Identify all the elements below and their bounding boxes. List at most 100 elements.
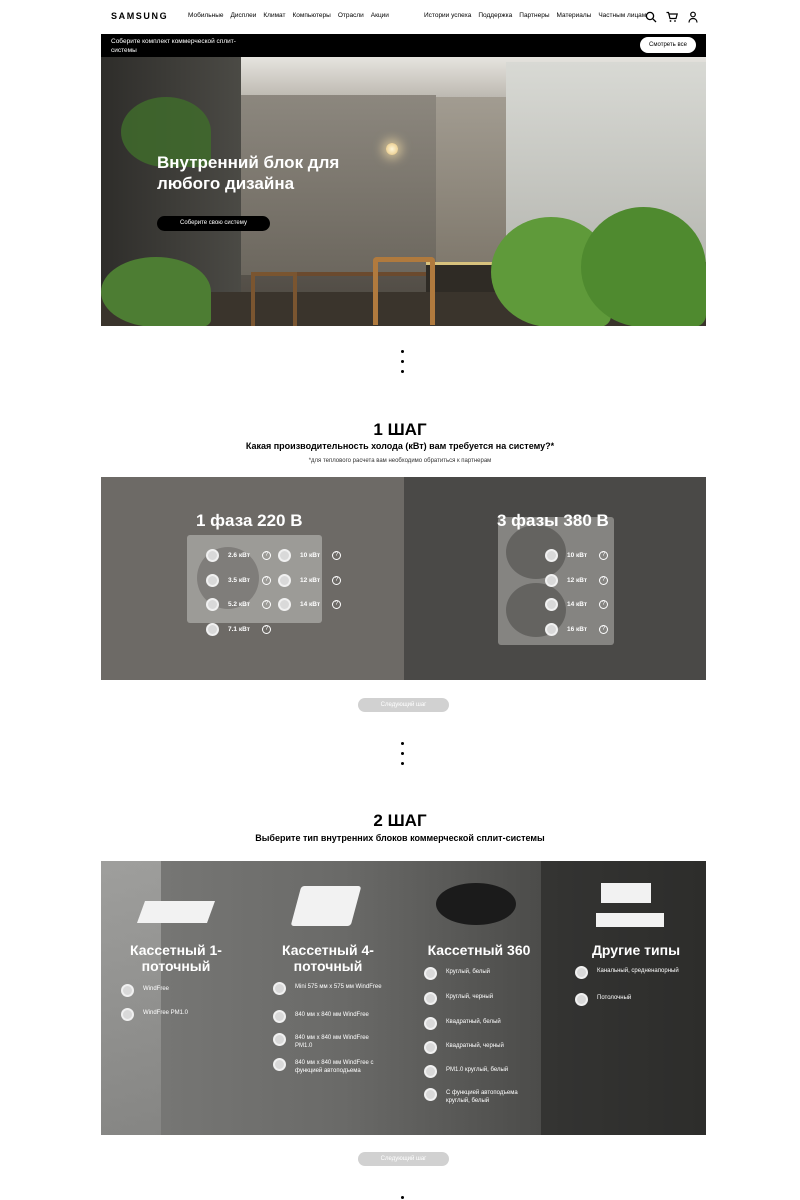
radio-button[interactable] (424, 967, 437, 980)
option-10-kw-3ph[interactable]: 10 кВт? (545, 549, 609, 562)
nav-item-industries[interactable]: Отрасли (338, 12, 364, 19)
cassette-360-image (436, 883, 516, 925)
secondary-nav: Истории успеха Поддержка Партнеры Матери… (424, 12, 646, 19)
radio-button[interactable] (575, 993, 588, 1006)
view-all-button[interactable]: Смотреть все (640, 37, 696, 53)
hero-title: Внутренний блок для любого дизайна (157, 153, 340, 193)
option-14-kw-3ph[interactable]: 14 кВт? (545, 598, 609, 611)
option-ducted[interactable]: Канальный, средненапорный (575, 966, 687, 979)
nav-item-computers[interactable]: Компьютеры (293, 12, 331, 19)
nav-item-materials[interactable]: Материалы (557, 12, 592, 19)
help-icon[interactable]: ? (261, 625, 271, 634)
radio-button[interactable] (206, 598, 219, 611)
ducted-unit-image (601, 883, 651, 903)
search-icon[interactable] (645, 10, 657, 23)
hero-banner: Внутренний блок для любого дизайна Собер… (101, 57, 706, 326)
nav-item-support[interactable]: Поддержка (478, 12, 512, 19)
option-12-kw[interactable]: 12 кВт? (278, 574, 342, 587)
option-3-5-kw[interactable]: 3.5 кВт? (206, 574, 271, 587)
cassette-4way-image (290, 886, 362, 926)
help-icon[interactable]: ? (599, 600, 609, 609)
three-phase-panel: 3 фазы 380 В 10 кВт? 12 кВт? 14 кВт? 16 … (404, 477, 706, 680)
indoor-unit-panel: Кассетный 1-поточный WindFree WindFree P… (101, 861, 706, 1135)
option-round-white[interactable]: Круглый, белый (424, 967, 536, 980)
option-840-windfree-lift[interactable]: 840 мм x 840 мм WindFree с функцией авто… (273, 1058, 385, 1075)
radio-button[interactable] (273, 1033, 286, 1046)
radio-button[interactable] (278, 598, 291, 611)
radio-button[interactable] (121, 1008, 134, 1021)
single-phase-panel: 1 фаза 220 В 2.6 кВт? 10 кВт? 3.5 кВт? 1… (101, 477, 404, 680)
next-step-button[interactable]: Следующий шаг (358, 698, 449, 712)
nav-item-climate[interactable]: Климат (263, 12, 285, 19)
radio-button[interactable] (424, 1041, 437, 1054)
option-square-white[interactable]: Квадратный, белый (424, 1017, 536, 1030)
radio-button[interactable] (424, 992, 437, 1005)
cart-icon[interactable] (666, 10, 678, 22)
radio-button[interactable] (545, 598, 558, 611)
single-phase-title: 1 фаза 220 В (196, 511, 303, 530)
option-lift-round-white[interactable]: С функцией автоподъема круглый, белый (424, 1088, 536, 1105)
option-7-1-kw[interactable]: 7.1 кВт? (206, 623, 271, 636)
radio-button[interactable] (424, 1088, 437, 1101)
nav-item-partners[interactable]: Партнеры (519, 12, 549, 19)
option-10-kw[interactable]: 10 кВт? (278, 549, 342, 562)
promo-text: Соберите комплект коммерческой сплит-сис… (111, 38, 236, 54)
option-16-kw-3ph[interactable]: 16 кВт? (545, 623, 609, 636)
option-mini-575[interactable]: Mini 575 мм x 575 мм WindFree (273, 982, 385, 995)
promo-bar: Соберите комплект коммерческой сплит-сис… (101, 34, 706, 57)
radio-button[interactable] (278, 574, 291, 587)
option-12-kw-3ph[interactable]: 12 кВт? (545, 574, 609, 587)
option-14-kw[interactable]: 14 кВт? (278, 598, 342, 611)
radio-button[interactable] (545, 574, 558, 587)
radio-button[interactable] (206, 623, 219, 636)
radio-button[interactable] (575, 966, 588, 979)
option-square-black[interactable]: Квадратный, черный (424, 1041, 536, 1054)
nav-item-offers[interactable]: Акции (371, 12, 389, 19)
option-ceiling[interactable]: Потолочный (575, 993, 687, 1006)
help-icon[interactable]: ? (599, 551, 609, 560)
option-round-black[interactable]: Круглый, черный (424, 992, 536, 1005)
help-icon[interactable]: ? (599, 625, 609, 634)
step-divider-dots (401, 350, 405, 380)
option-pm-round-white[interactable]: PM1.0 круглый, белый (424, 1065, 536, 1078)
radio-button[interactable] (545, 549, 558, 562)
radio-button[interactable] (273, 1010, 286, 1023)
user-icon[interactable] (687, 10, 699, 23)
nav-item-displays[interactable]: Дисплеи (231, 12, 257, 19)
nav-item-mobile[interactable]: Мобильные (188, 12, 224, 19)
radio-button[interactable] (206, 574, 219, 587)
option-windfree-1way[interactable]: WindFree (121, 984, 233, 997)
help-icon[interactable]: ? (332, 600, 342, 609)
option-5-2-kw[interactable]: 5.2 кВт? (206, 598, 271, 611)
help-icon[interactable]: ? (261, 576, 271, 585)
radio-button[interactable] (278, 549, 291, 562)
help-icon[interactable]: ? (332, 551, 342, 560)
column-title-other: Другие типы (591, 942, 681, 958)
ceiling-unit-image (596, 913, 664, 927)
option-windfree-pm-1way[interactable]: WindFree PM1.0 (121, 1008, 233, 1021)
next-step-button-2[interactable]: Следующий шаг (358, 1152, 449, 1166)
radio-button[interactable] (273, 982, 286, 995)
radio-button[interactable] (206, 549, 219, 562)
help-icon[interactable]: ? (261, 600, 271, 609)
radio-button[interactable] (424, 1017, 437, 1030)
option-2-6-kw[interactable]: 2.6 кВт? (206, 549, 271, 562)
step2-title: 2 ШАГ (373, 811, 427, 830)
radio-button[interactable] (273, 1058, 286, 1071)
help-icon[interactable]: ? (332, 576, 342, 585)
step1-question: Какая производительность холода (кВт) ва… (245, 441, 555, 451)
step2-question: Выберите тип внутренних блоков коммерчес… (255, 833, 545, 843)
radio-button[interactable] (121, 984, 134, 997)
header-icons (645, 10, 699, 23)
build-system-button[interactable]: Соберите свою систему (157, 216, 270, 231)
radio-button[interactable] (424, 1065, 437, 1078)
nav-item-success-stories[interactable]: Истории успеха (424, 12, 471, 19)
nav-item-personal[interactable]: Частным лицам (598, 12, 646, 19)
radio-button[interactable] (545, 623, 558, 636)
help-icon[interactable]: ? (599, 576, 609, 585)
option-840-windfree[interactable]: 840 мм x 840 мм WindFree (273, 1010, 385, 1023)
option-840-windfree-pm[interactable]: 840 мм x 840 мм WindFree PM1.0 (273, 1033, 385, 1050)
samsung-logo[interactable]: SAMSUNG (111, 11, 168, 21)
column-title-4way: Кассетный 4-поточный (282, 942, 374, 974)
help-icon[interactable]: ? (261, 551, 271, 560)
